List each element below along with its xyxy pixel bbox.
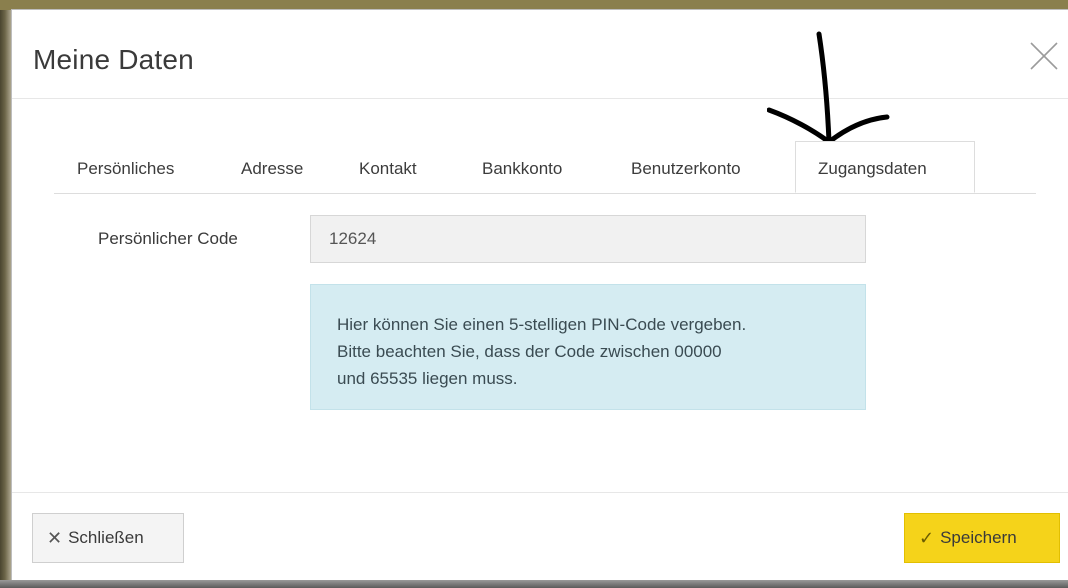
check-icon: ✓ (919, 528, 935, 548)
tab-bar: Persönliches Adresse Kontakt Bankkonto B… (54, 141, 1036, 194)
save-button[interactable]: ✓ Speichern (904, 513, 1060, 563)
info-line-3: und 65535 liegen muss. (337, 369, 518, 388)
background-edge (0, 0, 12, 588)
tab-bankkonto[interactable]: Bankkonto (482, 141, 562, 193)
personal-code-input[interactable] (310, 215, 866, 263)
info-line-2: Bitte beachten Sie, dass der Code zwisch… (337, 342, 722, 361)
close-icon[interactable] (1028, 40, 1060, 72)
tab-benutzerkonto[interactable]: Benutzerkonto (631, 141, 741, 193)
pin-info-box: Hier können Sie einen 5-stelligen PIN-Co… (310, 284, 866, 410)
close-button[interactable]: ✕ Schließen (32, 513, 184, 563)
screen: Meine Daten Persönliches Adresse Kontakt… (0, 0, 1068, 588)
close-button-label: Schließen (68, 528, 144, 547)
dialog-footer: ✕ Schließen ✓ Speichern (12, 492, 1068, 581)
dialog-header: Meine Daten (12, 10, 1068, 99)
info-line-1: Hier können Sie einen 5-stelligen PIN-Co… (337, 315, 747, 334)
dialog-title: Meine Daten (33, 44, 194, 75)
hand-drawn-arrow-icon (766, 30, 897, 155)
background-bottom-edge (0, 580, 1068, 588)
tab-adresse[interactable]: Adresse (241, 141, 303, 193)
save-button-label: Speichern (940, 528, 1017, 547)
personal-code-label: Persönlicher Code (98, 229, 238, 248)
background-top-edge (0, 0, 1068, 10)
tab-kontakt[interactable]: Kontakt (359, 141, 417, 193)
x-icon: ✕ (47, 528, 63, 548)
tab-persoenliches[interactable]: Persönliches (77, 141, 174, 193)
tab-zugangsdaten[interactable]: Zugangsdaten (795, 141, 975, 193)
my-data-dialog: Meine Daten Persönliches Adresse Kontakt… (12, 10, 1068, 580)
